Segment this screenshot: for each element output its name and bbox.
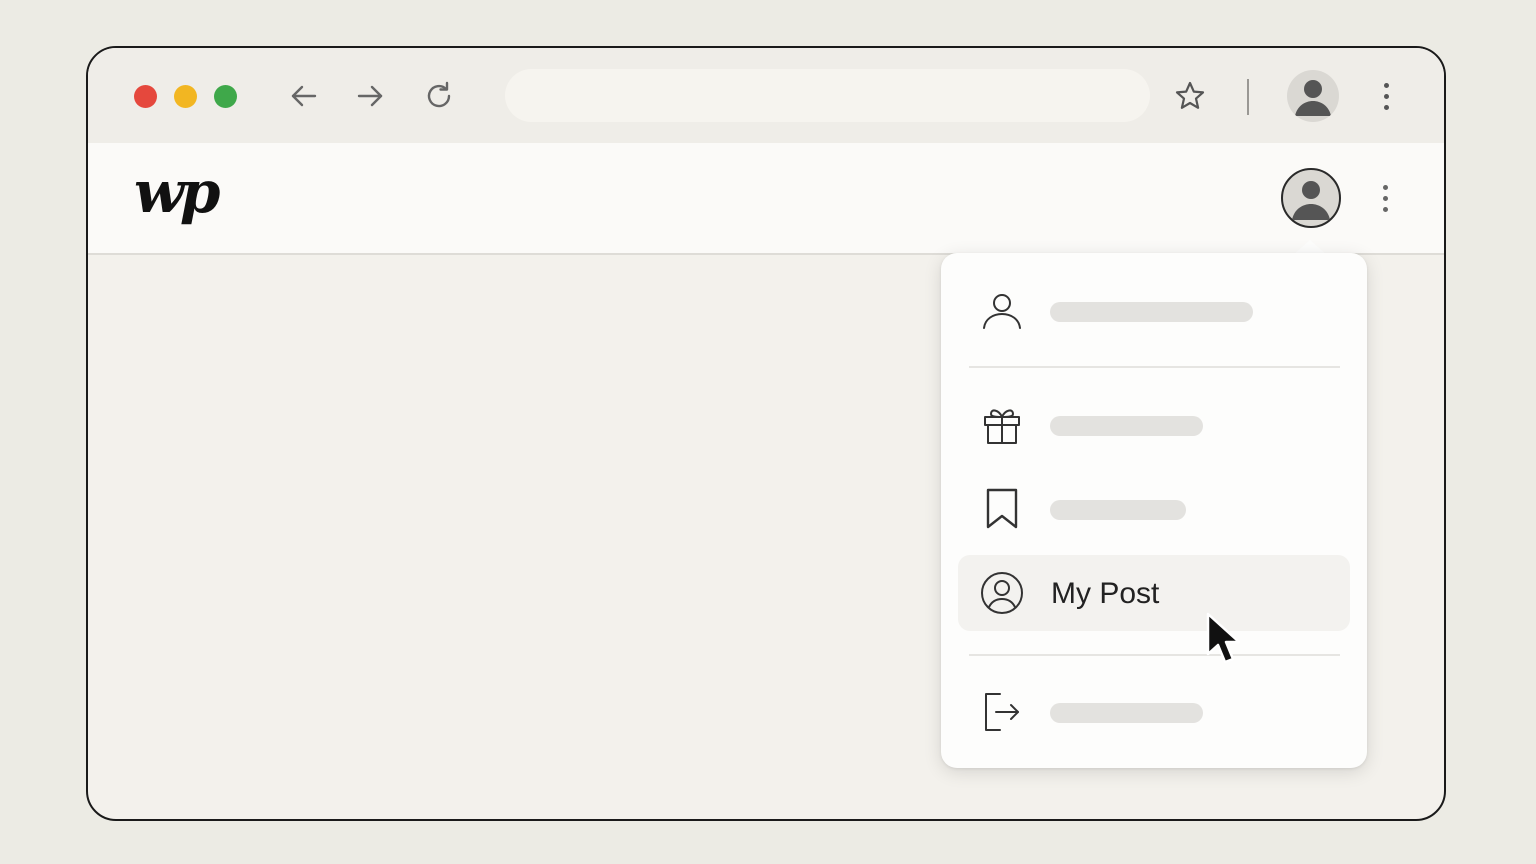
reload-icon <box>427 81 451 108</box>
gift-icon <box>984 409 1020 444</box>
menu-caret <box>1294 240 1326 254</box>
toolbar-divider <box>1247 79 1249 115</box>
menu-item-label-placeholder <box>1050 703 1203 723</box>
star-icon <box>1175 81 1205 109</box>
menu-item-label-placeholder <box>1050 416 1203 436</box>
more-vertical-icon <box>1382 184 1388 190</box>
bookmark-icon <box>986 488 1018 529</box>
account-dropdown-menu: My Post <box>941 253 1367 768</box>
menu-item-label: My Post <box>1051 577 1160 610</box>
forward-button[interactable] <box>352 78 388 114</box>
minimize-window-button[interactable] <box>174 85 197 108</box>
menu-item-gift[interactable] <box>958 387 1350 463</box>
browser-menu-button[interactable] <box>1376 76 1396 116</box>
account-avatar-button[interactable] <box>1281 168 1341 228</box>
maximize-window-button[interactable] <box>214 85 237 108</box>
menu-item-profile[interactable] <box>958 273 1350 349</box>
person-icon <box>983 294 1021 329</box>
kebab-dot <box>1383 104 1389 110</box>
menu-item-label-placeholder <box>1050 302 1253 322</box>
mouse-pointer-icon <box>1206 612 1241 664</box>
profile-icon <box>1295 80 1331 116</box>
kebab-dot <box>1382 195 1388 201</box>
site-logo[interactable]: wp <box>134 163 221 221</box>
menu-item-sign-out[interactable] <box>958 674 1350 750</box>
user-circle-icon <box>981 572 1023 614</box>
address-bar[interactable] <box>505 69 1150 122</box>
site-header: wp <box>88 143 1444 255</box>
sign-out-icon <box>985 693 1019 731</box>
profile-icon <box>1292 181 1330 220</box>
bookmark-star-button[interactable] <box>1172 78 1208 114</box>
menu-divider <box>969 366 1340 368</box>
menu-item-my-post[interactable]: My Post <box>958 555 1350 631</box>
back-button[interactable] <box>286 78 322 114</box>
site-more-button[interactable] <box>1375 178 1395 218</box>
menu-item-label-placeholder <box>1050 500 1186 520</box>
more-vertical-icon <box>1383 82 1389 88</box>
menu-divider <box>969 654 1340 656</box>
back-arrow-icon <box>291 85 317 107</box>
kebab-dot <box>1382 206 1388 212</box>
close-window-button[interactable] <box>134 85 157 108</box>
kebab-dot <box>1383 93 1389 99</box>
browser-toolbar <box>88 48 1444 144</box>
reload-button[interactable] <box>421 78 457 114</box>
menu-item-saved[interactable] <box>958 471 1350 547</box>
browser-profile-button[interactable] <box>1287 70 1339 122</box>
forward-arrow-icon <box>357 85 383 107</box>
